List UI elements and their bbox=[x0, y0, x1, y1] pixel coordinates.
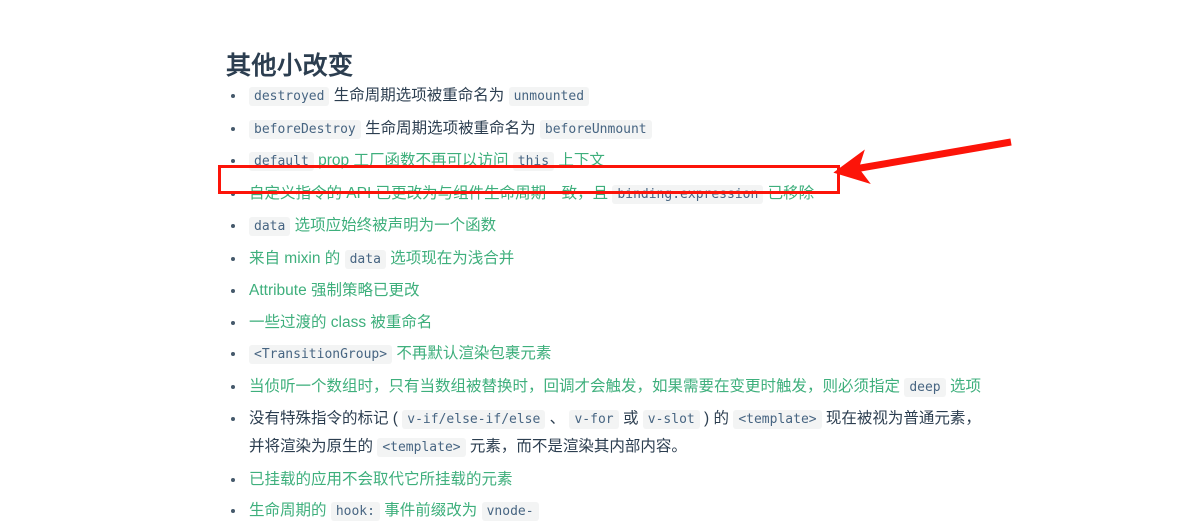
list-item[interactable]: <TransitionGroup> 不再默认渲染包裹元素 bbox=[226, 340, 986, 368]
list-item: beforeDestroy 生命周期选项被重命名为 beforeUnmount bbox=[226, 115, 986, 143]
list-item-text: prop 工厂函数不再可以访问 bbox=[318, 152, 509, 169]
list-item-text: 不再默认渲染包裹元素 bbox=[396, 345, 552, 362]
inline-code: beforeDestroy bbox=[249, 119, 361, 139]
list-item-text: 自定义指令的 API 已更改为与组件生命周期一致，且 bbox=[249, 184, 609, 202]
list-item[interactable]: default prop 工厂函数不再可以访问 this 上下文 bbox=[226, 147, 986, 175]
list-item[interactable]: 来自 mixin 的 data 选项现在为浅合并 bbox=[226, 245, 986, 273]
document-page: 其他小改变 destroyed 生命周期选项被重命名为 unmounted be… bbox=[0, 0, 1200, 521]
list-item-text: 事件前缀改为 bbox=[384, 502, 478, 519]
inline-code: <template> bbox=[733, 410, 822, 429]
inline-code: beforeUnmount bbox=[539, 119, 652, 139]
changes-list: destroyed 生命周期选项被重命名为 unmounted beforeDe… bbox=[226, 82, 986, 530]
list-item-text: 生命周期选项被重命名为 bbox=[365, 119, 536, 137]
inline-code: hook: bbox=[330, 502, 380, 521]
list-item-text: 选项现在为浅合并 bbox=[390, 249, 515, 267]
list-item[interactable]: 自定义指令的 API 已更改为与组件生命周期一致，且 binding.expre… bbox=[226, 180, 986, 208]
list-item-text: 选项应始终被声明为一个函数 bbox=[294, 217, 497, 234]
inline-code: vnode- bbox=[481, 502, 539, 521]
list-item-text: ) 的 bbox=[704, 410, 730, 427]
inline-code: binding.expression bbox=[612, 184, 764, 204]
list-item-text: 一些过渡的 class 被重命名 bbox=[249, 313, 433, 331]
inline-code: <TransitionGroup> bbox=[249, 345, 393, 364]
inline-code: v-for bbox=[569, 410, 619, 429]
list-item: destroyed 生命周期选项被重命名为 unmounted bbox=[226, 82, 986, 110]
list-item-text: 生命周期选项被重命名为 bbox=[333, 87, 505, 104]
inline-code: data bbox=[249, 217, 291, 236]
list-item-text: 或 bbox=[622, 410, 639, 427]
inline-code: default bbox=[249, 152, 314, 171]
list-item-text: 当侦听一个数组时，只有当数组被替换时，回调才会触发，如果需要在变更时触发，则必须… bbox=[249, 377, 901, 395]
list-item-text: 选项 bbox=[949, 377, 981, 395]
list-item: 没有特殊指令的标记 ( v-if/else-if/else 、 v-for 或 … bbox=[226, 405, 986, 461]
inline-code: unmounted bbox=[508, 87, 590, 106]
list-item[interactable]: 生命周期的 hook: 事件前缀改为 vnode- bbox=[226, 497, 986, 525]
inline-code: v-slot bbox=[642, 410, 700, 429]
inline-code: deep bbox=[904, 377, 946, 397]
list-item[interactable]: Attribute 强制策略已更改 bbox=[226, 277, 986, 304]
inline-code: this bbox=[512, 152, 555, 171]
inline-code: v-if/else-if/else bbox=[402, 410, 546, 429]
list-item-text: Attribute 强制策略已更改 bbox=[249, 282, 420, 299]
list-item[interactable]: 已挂载的应用不会取代它所挂载的元素 bbox=[226, 466, 986, 493]
page-title: 其他小改变 bbox=[226, 51, 354, 80]
list-item-text: 已移除 bbox=[767, 184, 815, 202]
list-item-text: 已挂载的应用不会取代它所挂载的元素 bbox=[249, 470, 513, 488]
inline-code: data bbox=[344, 249, 386, 269]
list-item-text: 生命周期的 bbox=[249, 502, 327, 519]
inline-code: <template> bbox=[377, 438, 466, 457]
inline-code: destroyed bbox=[249, 87, 330, 106]
list-item[interactable]: data 选项应始终被声明为一个函数 bbox=[226, 212, 986, 240]
list-item-text: 、 bbox=[549, 410, 566, 427]
list-item-text: 上下文 bbox=[558, 152, 605, 169]
list-item-text: 没有特殊指令的标记 ( bbox=[249, 410, 398, 427]
list-item-text: 来自 mixin 的 bbox=[249, 249, 341, 267]
list-item-text: 元素，而不是渲染其内部内容。 bbox=[469, 438, 687, 455]
list-item[interactable]: 当侦听一个数组时，只有当数组被替换时，回调才会触发，如果需要在变更时触发，则必须… bbox=[226, 373, 986, 401]
list-item[interactable]: 一些过渡的 class 被重命名 bbox=[226, 309, 986, 336]
